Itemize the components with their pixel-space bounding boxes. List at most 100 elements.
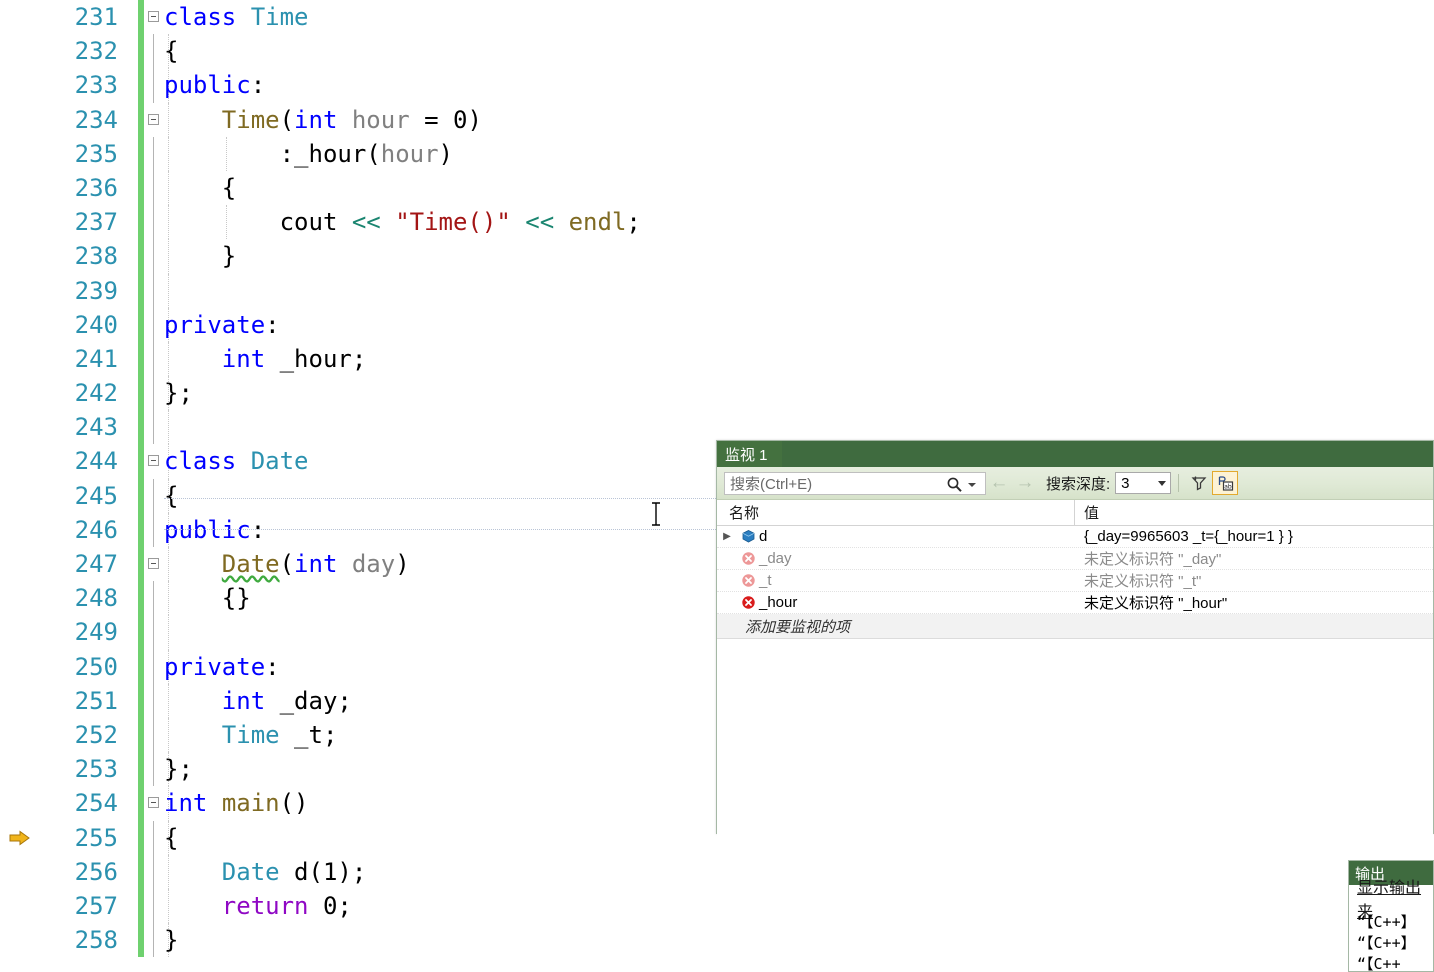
fold-gutter[interactable]	[146, 342, 164, 376]
breakpoint-gutter[interactable]	[0, 342, 40, 376]
table-row[interactable]: _hour未定义标识符 "_hour"	[717, 592, 1433, 614]
breakpoint-gutter[interactable]	[0, 34, 40, 68]
collapse-icon[interactable]	[148, 558, 159, 569]
code-text[interactable]: int _hour;	[164, 342, 1434, 376]
watch-add-item-row[interactable]: 添加要监视的项	[717, 614, 1433, 639]
code-line[interactable]: 235 :_hour(hour)	[0, 137, 1434, 171]
search-icon[interactable]	[946, 476, 963, 493]
code-line[interactable]: 240private:	[0, 308, 1434, 342]
watch-row-name-cell[interactable]: ▶d	[717, 528, 1075, 545]
fold-gutter[interactable]	[146, 444, 164, 478]
fold-gutter[interactable]	[146, 547, 164, 581]
fold-gutter[interactable]	[146, 786, 164, 820]
code-line[interactable]: 238 }	[0, 239, 1434, 273]
breakpoint-gutter[interactable]	[0, 137, 40, 171]
collapse-icon[interactable]	[148, 11, 159, 22]
fold-gutter[interactable]	[146, 650, 164, 684]
fold-gutter[interactable]	[146, 752, 164, 786]
nav-forward-button[interactable]: →	[1012, 472, 1038, 494]
watch-variable-value[interactable]: 未定义标识符 "_hour"	[1075, 592, 1433, 613]
breakpoint-gutter[interactable]	[0, 855, 40, 889]
breakpoint-gutter[interactable]	[0, 923, 40, 957]
code-text[interactable]: cout << "Time()" << endl;	[164, 205, 1434, 239]
code-line[interactable]: 231class Time	[0, 0, 1434, 34]
fold-gutter[interactable]	[146, 34, 164, 68]
code-line[interactable]: 233public:	[0, 68, 1434, 102]
breakpoint-gutter[interactable]	[0, 752, 40, 786]
watch-variable-value[interactable]: {_day=9965603 _t={_hour=1 } }	[1075, 528, 1433, 545]
fold-gutter[interactable]	[146, 718, 164, 752]
code-line[interactable]: 258}	[0, 923, 1434, 957]
search-options-chevron-down-icon[interactable]	[968, 483, 976, 487]
breakpoint-gutter[interactable]	[0, 410, 40, 444]
expand-chevron-right-icon[interactable]: ▶	[717, 531, 737, 542]
fold-gutter[interactable]	[146, 513, 164, 547]
code-text[interactable]: class Time	[164, 0, 1434, 34]
breakpoint-gutter[interactable]	[0, 205, 40, 239]
breakpoint-gutter[interactable]	[0, 171, 40, 205]
code-line[interactable]: 237 cout << "Time()" << endl;	[0, 205, 1434, 239]
breakpoint-gutter[interactable]	[0, 547, 40, 581]
fold-gutter[interactable]	[146, 205, 164, 239]
breakpoint-gutter[interactable]	[0, 581, 40, 615]
output-window[interactable]: 输出 显示输出来 “【C++】“【C++】“【C++	[1348, 860, 1434, 972]
code-text[interactable]: public:	[164, 68, 1434, 102]
breakpoint-gutter[interactable]	[0, 239, 40, 273]
breakpoint-gutter[interactable]	[0, 444, 40, 478]
code-line[interactable]: 236 {	[0, 171, 1434, 205]
table-row[interactable]: ▶d{_day=9965603 _t={_hour=1 } }	[717, 526, 1433, 548]
fold-gutter[interactable]	[146, 581, 164, 615]
chevron-down-icon[interactable]	[1158, 481, 1166, 486]
search-depth-select[interactable]: 3	[1115, 472, 1171, 494]
fold-gutter[interactable]	[146, 376, 164, 410]
filter-icon[interactable]	[1186, 471, 1212, 495]
code-line[interactable]: 242};	[0, 376, 1434, 410]
code-text[interactable]: {	[164, 171, 1434, 205]
breakpoint-gutter[interactable]	[0, 308, 40, 342]
code-line[interactable]: 241 int _hour;	[0, 342, 1434, 376]
collapse-icon[interactable]	[148, 114, 159, 125]
code-text[interactable]: }	[164, 923, 1434, 957]
search-input[interactable]: 搜索(Ctrl+E)	[725, 473, 812, 494]
fold-gutter[interactable]	[146, 855, 164, 889]
output-source-selector[interactable]: 显示输出来	[1349, 885, 1433, 911]
breakpoint-gutter[interactable]	[0, 274, 40, 308]
code-text[interactable]: Time(int hour = 0)	[164, 103, 1434, 137]
code-text[interactable]: private:	[164, 308, 1434, 342]
code-line[interactable]: 239	[0, 274, 1434, 308]
fold-gutter[interactable]	[146, 615, 164, 649]
fold-gutter[interactable]	[146, 889, 164, 923]
breakpoint-gutter[interactable]	[0, 650, 40, 684]
code-text[interactable]	[164, 274, 1434, 308]
column-header-value[interactable]: 值	[1075, 500, 1433, 525]
fold-gutter[interactable]	[146, 68, 164, 102]
breakpoint-gutter[interactable]	[0, 718, 40, 752]
fold-gutter[interactable]	[146, 410, 164, 444]
collapse-icon[interactable]	[148, 797, 159, 808]
fold-gutter[interactable]	[146, 137, 164, 171]
breakpoint-gutter[interactable]	[0, 68, 40, 102]
watch-search-box[interactable]: 搜索(Ctrl+E)	[724, 472, 986, 495]
table-row[interactable]: _t未定义标识符 "_t"	[717, 570, 1433, 592]
code-text[interactable]: };	[164, 376, 1434, 410]
code-text[interactable]: }	[164, 239, 1434, 273]
breakpoint-gutter[interactable]	[0, 889, 40, 923]
breakpoint-gutter[interactable]	[0, 684, 40, 718]
watch-row-name-cell[interactable]: _hour	[717, 594, 1075, 611]
fold-gutter[interactable]	[146, 479, 164, 513]
column-header-name[interactable]: 名称	[717, 500, 1075, 525]
breakpoint-gutter[interactable]	[0, 0, 40, 34]
fold-gutter[interactable]	[146, 923, 164, 957]
fold-gutter[interactable]	[146, 684, 164, 718]
watch-row-name-cell[interactable]: _t	[717, 572, 1075, 589]
watch-window[interactable]: 监视 1 搜索(Ctrl+E) ← → 搜索深度: 3	[716, 440, 1434, 834]
fold-gutter[interactable]	[146, 0, 164, 34]
breakpoint-gutter[interactable]	[0, 615, 40, 649]
watch-variable-value[interactable]: 未定义标识符 "_t"	[1075, 570, 1433, 591]
nav-back-button[interactable]: ←	[986, 472, 1012, 494]
fold-gutter[interactable]	[146, 821, 164, 855]
code-line[interactable]: 234 Time(int hour = 0)	[0, 103, 1434, 137]
watch-tab[interactable]: 监视 1	[717, 441, 782, 467]
watch-variable-value[interactable]: 未定义标识符 "_day"	[1075, 548, 1433, 569]
code-text[interactable]: :_hour(hour)	[164, 137, 1434, 171]
